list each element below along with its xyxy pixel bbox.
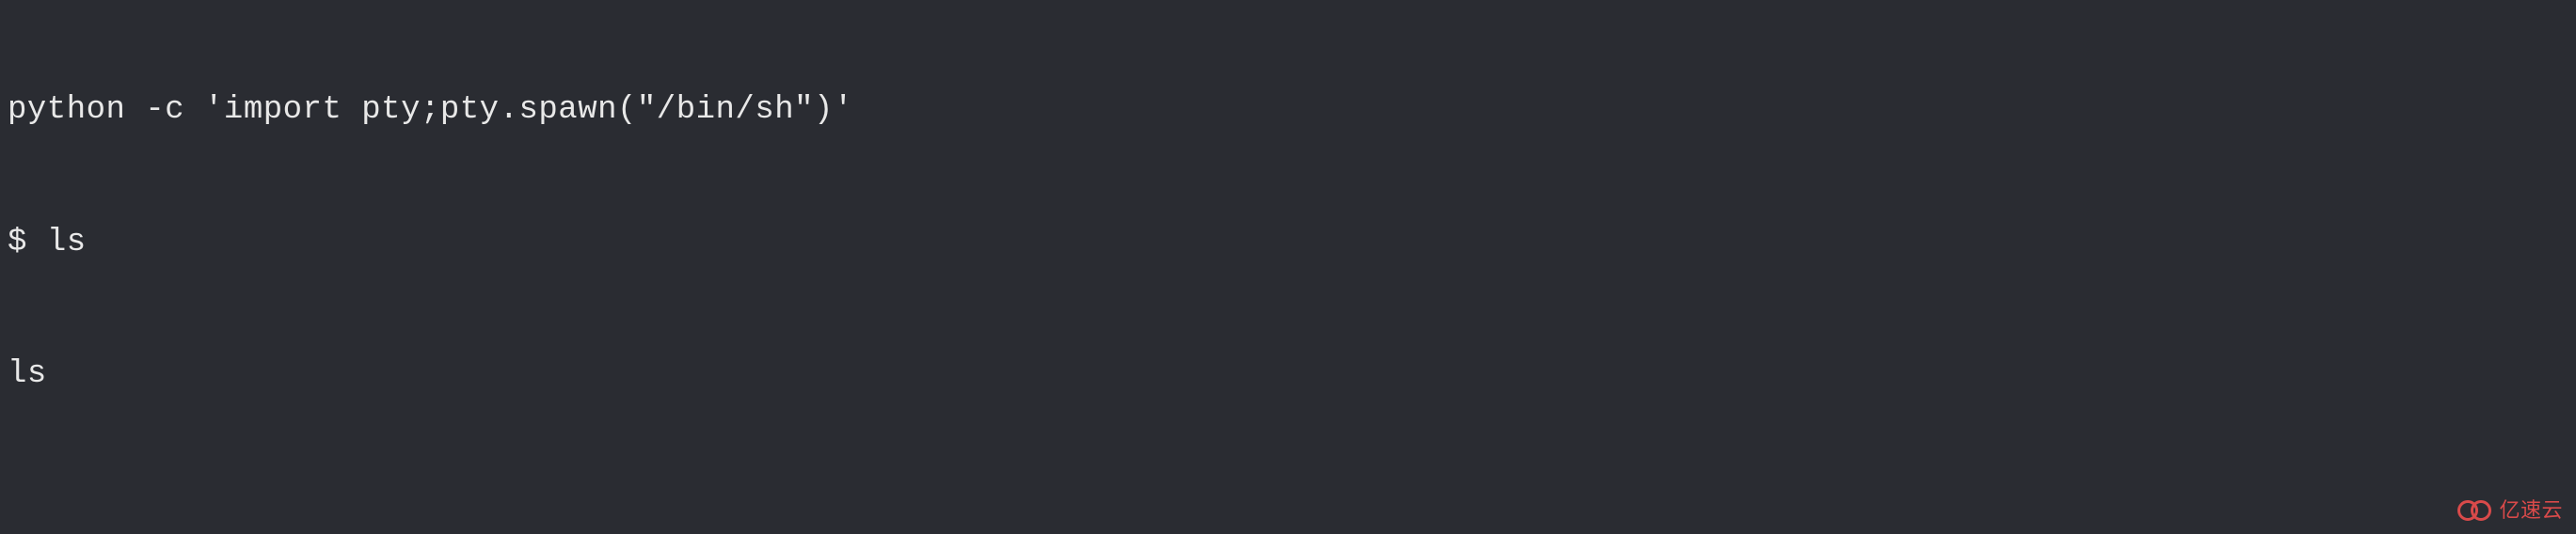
command-line: python -c 'import pty;pty.spawn("/bin/sh… bbox=[8, 88, 2568, 133]
terminal-output[interactable]: python -c 'import pty;pty.spawn("/bin/sh… bbox=[0, 0, 2576, 534]
command-text: ls bbox=[47, 225, 87, 260]
file-entry: LICENSE.txt bbox=[384, 529, 676, 534]
watermark-logo-icon bbox=[2457, 498, 2493, 523]
ls-output: COPYRIGHT.txt LICENSE.txt cron.php misc … bbox=[8, 529, 2568, 534]
watermark: 亿速云 bbox=[2457, 496, 2563, 525]
file-entry: cron.php bbox=[676, 529, 948, 534]
watermark-text: 亿速云 bbox=[2499, 496, 2563, 525]
file-entry: COPYRIGHT.txt bbox=[8, 529, 384, 534]
file-entry: misc bbox=[948, 529, 1174, 534]
shell-prompt: $ bbox=[8, 225, 47, 260]
command-line: $ ls bbox=[8, 221, 2568, 265]
file-entry: sites bbox=[1174, 529, 2568, 534]
command-echo: ls bbox=[8, 353, 2568, 397]
